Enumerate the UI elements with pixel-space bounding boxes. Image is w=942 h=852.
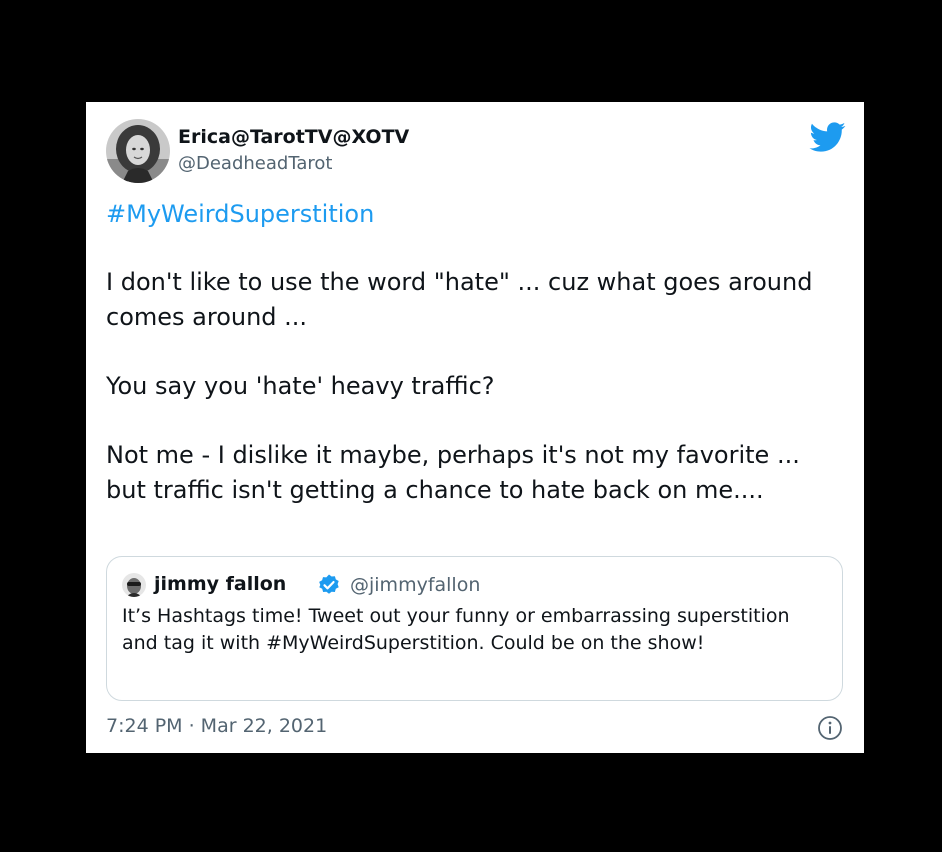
tweet-card: Erica@TarotTV@XOTV @DeadheadTarot #MyWei…	[86, 102, 864, 753]
quoted-tweet-text: It’s Hashtags time! Tweet out your funny…	[122, 605, 790, 654]
tweet-paragraph-3: Not me - I dislike it maybe, perhaps it'…	[106, 441, 800, 504]
verified-badge-icon	[317, 573, 341, 597]
quoted-author-handle[interactable]: @jimmyfallon	[350, 574, 480, 596]
tweet-paragraph-2: You say you 'hate' heavy traffic?	[106, 372, 495, 400]
info-icon[interactable]	[817, 715, 843, 741]
quoted-author-avatar[interactable]	[122, 573, 146, 597]
twitter-bird-icon[interactable]	[808, 118, 846, 156]
tweet-hashtag-link[interactable]: #MyWeirdSuperstition	[106, 200, 374, 228]
author-handle[interactable]: @DeadheadTarot	[178, 153, 332, 174]
quoted-author-display-name[interactable]: jimmy fallon	[154, 573, 286, 595]
quoted-tweet[interactable]: jimmy fallon @jimmyfallon It’s Hashtags …	[106, 556, 843, 701]
author-display-name[interactable]: Erica@TarotTV@XOTV	[178, 126, 409, 148]
author-avatar[interactable]	[106, 119, 170, 183]
tweet-paragraph-1: I don't like to use the word "hate" ... …	[106, 268, 813, 331]
tweet-timestamp[interactable]: 7:24 PM · Mar 22, 2021	[106, 715, 327, 737]
